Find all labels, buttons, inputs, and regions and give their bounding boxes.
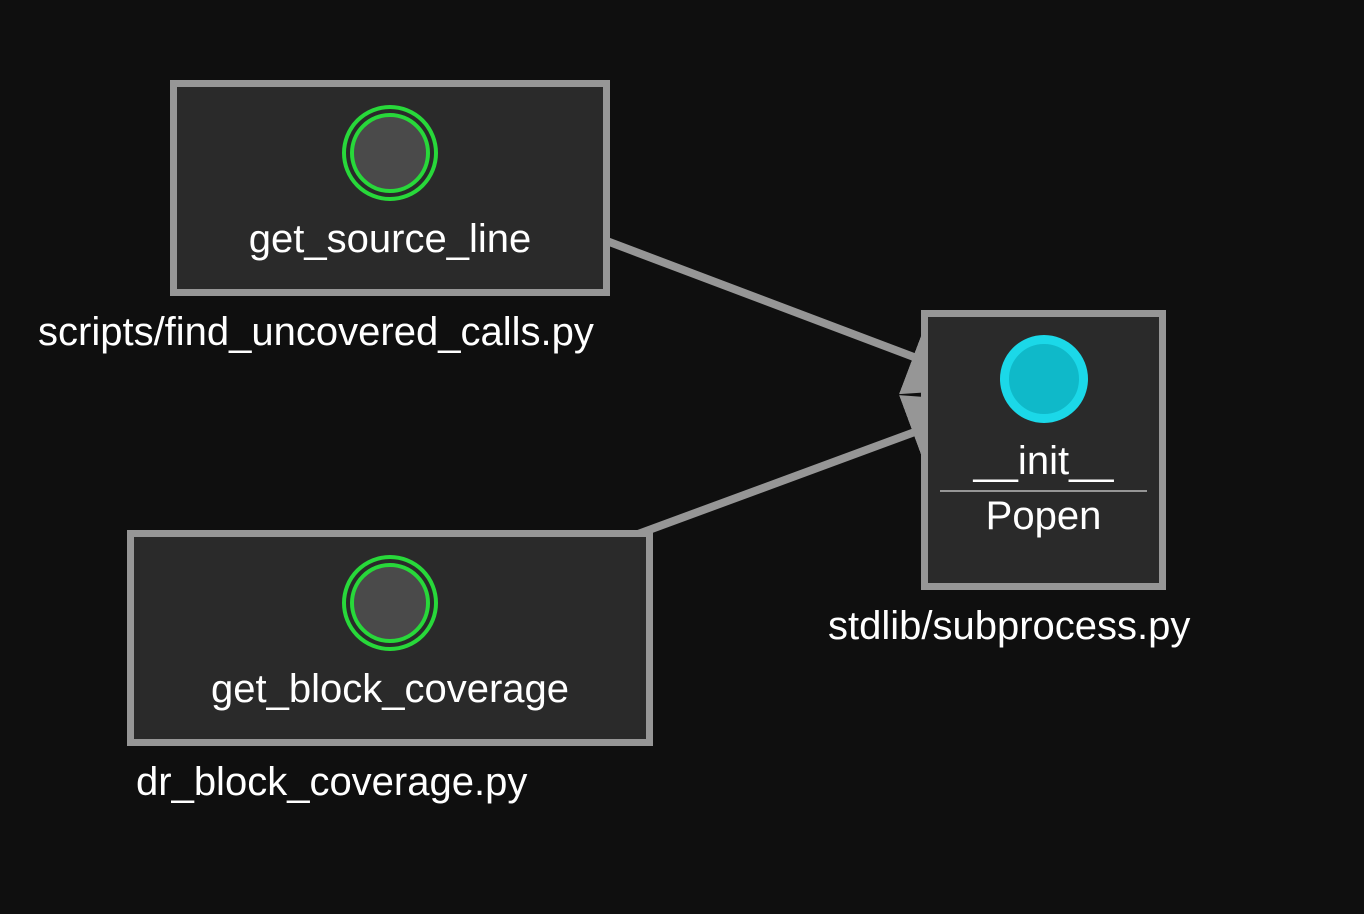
source-circle-icon (342, 105, 438, 201)
node-label-init: __init__ (973, 439, 1113, 484)
node-label-block-coverage: get_block_coverage (211, 667, 569, 712)
file-label-init: stdlib/subprocess.py (828, 604, 1190, 649)
coverage-circle-icon (342, 555, 438, 651)
node-label-source-line: get_source_line (249, 217, 531, 262)
file-label-block-coverage: dr_block_coverage.py (136, 760, 527, 805)
init-circle-icon (1000, 335, 1088, 423)
file-label-source-line: scripts/find_uncovered_calls.py (38, 310, 594, 355)
node-class-popen: Popen (986, 494, 1102, 539)
node-get-block-coverage[interactable]: get_block_coverage (127, 530, 653, 746)
divider (940, 490, 1148, 492)
node-init-popen[interactable]: __init__ Popen (921, 310, 1166, 590)
node-get-source-line[interactable]: get_source_line (170, 80, 610, 296)
